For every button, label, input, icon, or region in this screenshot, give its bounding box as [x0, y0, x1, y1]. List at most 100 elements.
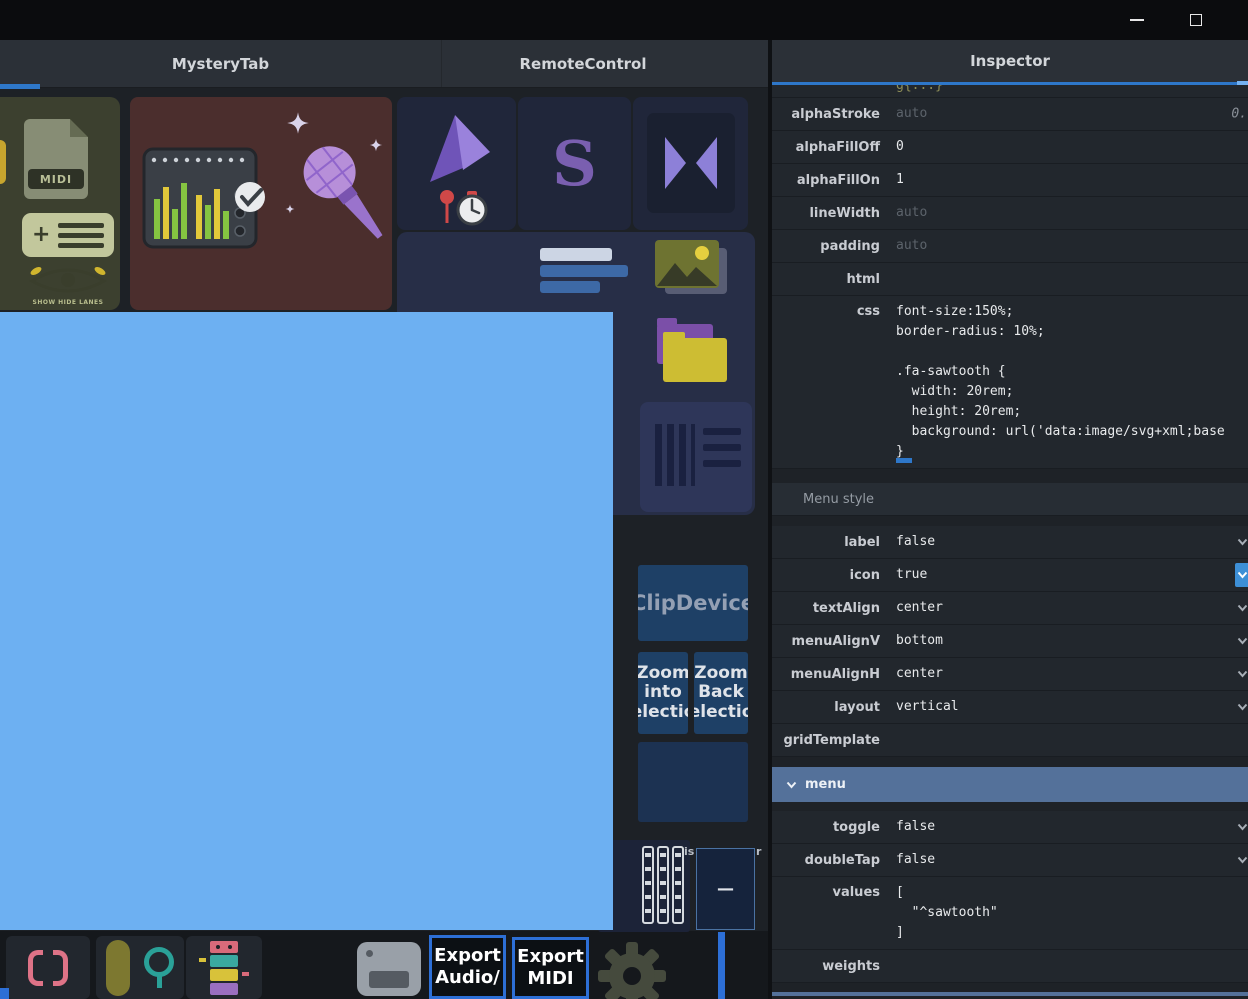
folders-icon — [657, 318, 727, 382]
tab-remotecontrol[interactable]: RemoteControl — [442, 40, 724, 87]
prop-label: menuAlignH — [790, 666, 880, 682]
prop-row-html: html — [772, 263, 1248, 296]
prop-label: lineWidth — [809, 205, 880, 221]
maximize-icon — [1190, 14, 1202, 26]
widget-selection-brackets[interactable] — [6, 936, 90, 999]
section-title: Menu style — [803, 491, 874, 507]
prop-input[interactable]: auto — [890, 203, 1248, 223]
prop-select[interactable]: bottom — [890, 631, 1248, 651]
export-audio-line1: Export — [434, 945, 501, 967]
prop-label: toggle — [832, 819, 880, 835]
prop-row-linewidth: lineWidth auto — [772, 197, 1248, 230]
widget-letter-s[interactable]: S — [518, 97, 631, 230]
prop-row-alphafillon: alphaFillOn 1 — [772, 164, 1248, 197]
widget-zoom-into-selection[interactable]: Zoom into Selection — [638, 652, 688, 734]
blue-divider-strip — [718, 932, 725, 999]
section-menu[interactable]: menu — [772, 767, 1248, 802]
inspector-panel: Inspector g{...} alphaStroke auto 0. alp… — [772, 40, 1248, 999]
mixer-and-mic-illustration — [142, 112, 383, 249]
prop-row-weights: weights — [772, 950, 1248, 983]
meter-bar-icon — [106, 939, 130, 996]
tab-label: MysteryTab — [171, 54, 270, 73]
midi-file-icon: MIDI — [24, 119, 88, 199]
widget-clip-device[interactable]: ClipDevice — [638, 565, 748, 641]
chevron-down-icon[interactable] — [1235, 815, 1248, 839]
widget-drive[interactable] — [352, 938, 426, 999]
zoom-into-label: Zoom into Selection — [638, 662, 688, 722]
section-menu-style: Menu style — [772, 483, 1248, 516]
prop-select[interactable]: false — [890, 817, 1248, 837]
minimize-button[interactable] — [1123, 6, 1151, 34]
section-gap — [772, 516, 1248, 526]
prop-label: textAlign — [812, 600, 880, 616]
prop-label: css — [856, 304, 880, 319]
blue-corner-handle — [0, 988, 9, 999]
prop-select[interactable]: center — [890, 664, 1248, 684]
prop-select[interactable]: vertical — [890, 697, 1248, 717]
prop-label: alphaStroke — [791, 106, 880, 122]
lane-lines-icon — [58, 222, 104, 248]
widget-mixer-image[interactable] — [130, 97, 392, 310]
chevron-down-icon[interactable] — [1235, 629, 1248, 653]
prop-label: padding — [820, 238, 880, 254]
section-title: menu — [805, 777, 846, 792]
show-hide-lanes-button[interactable]: SHOW HIDE LANES — [22, 263, 114, 309]
prop-select[interactable]: false — [890, 850, 1248, 870]
widget-meter-pin[interactable] — [96, 936, 184, 999]
images-icon — [655, 240, 727, 294]
tab-mysterytab[interactable]: MysteryTab — [0, 40, 442, 87]
prop-label: label — [844, 534, 880, 550]
prop-label: weights — [822, 958, 880, 974]
partial-label-left: is — [684, 845, 695, 858]
prop-row-doubletap: doubleTap false — [772, 844, 1248, 877]
chevron-down-icon[interactable] — [1235, 596, 1248, 620]
prop-label: icon — [849, 567, 880, 583]
bowtie-icon — [647, 112, 735, 213]
prop-row-alphafilloff: alphaFillOff 0 — [772, 131, 1248, 164]
widget-settings[interactable] — [596, 938, 668, 999]
prop-row-css: css font-size:150%; border-radius: 10%; … — [772, 296, 1248, 469]
minus-label: — — [717, 879, 734, 899]
prop-select[interactable]: false — [890, 532, 1248, 552]
css-editor[interactable]: font-size:150%; border-radius: 10%; .fa-… — [890, 302, 1248, 462]
chevron-down-icon[interactable] — [1235, 563, 1248, 587]
widget-totem[interactable] — [186, 936, 262, 999]
clipped-row: g{...} — [772, 85, 1248, 98]
section-gap — [772, 469, 1248, 483]
widget-shape[interactable] — [397, 97, 516, 230]
chevron-down-icon[interactable] — [1235, 848, 1248, 872]
prop-row-label: label false — [772, 526, 1248, 559]
eye-icon — [29, 267, 107, 293]
export-midi-line1: Export — [517, 946, 584, 968]
horizontal-scrollbar-thumb[interactable] — [896, 458, 912, 463]
values-editor[interactable]: [ "^sawtooth" ] — [890, 883, 1248, 943]
widget-bowtie[interactable] — [633, 97, 748, 230]
clipped-value: g{...} — [896, 85, 943, 93]
prop-input[interactable]: 1 — [890, 170, 1248, 190]
active-tab-indicator — [0, 84, 40, 89]
export-audio-button[interactable]: Export Audio/ — [429, 935, 506, 999]
prop-input[interactable]: auto — [890, 236, 1248, 256]
widget-hide-button[interactable]: — — [696, 848, 755, 930]
show-hide-lanes-label: SHOW HIDE LANES — [32, 299, 104, 306]
chevron-down-icon[interactable] — [1235, 662, 1248, 686]
chevron-down-icon[interactable] — [1235, 695, 1248, 719]
prop-input[interactable]: auto — [890, 104, 1248, 124]
prop-select[interactable]: true — [890, 565, 1248, 585]
export-midi-button[interactable]: Export MIDI — [512, 937, 589, 999]
widget-empty[interactable] — [638, 742, 748, 822]
bracket-left-icon — [28, 949, 43, 986]
default-hint: 0. — [1231, 106, 1247, 122]
prop-select[interactable]: center — [890, 598, 1248, 618]
add-lanes-icon[interactable]: + — [22, 213, 114, 257]
widget-zoom-back-selection[interactable]: Zoom Back Selection — [694, 652, 748, 734]
prop-label: html — [846, 271, 880, 287]
chevron-down-icon[interactable] — [1235, 530, 1248, 554]
maximize-button[interactable] — [1182, 6, 1210, 34]
selected-widget-canvas[interactable] — [0, 312, 613, 930]
prop-label: values — [832, 885, 880, 900]
prop-input[interactable]: 0 — [890, 137, 1248, 157]
inspector-body: g{...} alphaStroke auto 0. alphaFillOff … — [772, 85, 1248, 996]
section-value[interactable]: value — [772, 992, 1248, 996]
widget-midi-lanes[interactable]: MIDI + SHOW HIDE LANES — [0, 97, 120, 310]
